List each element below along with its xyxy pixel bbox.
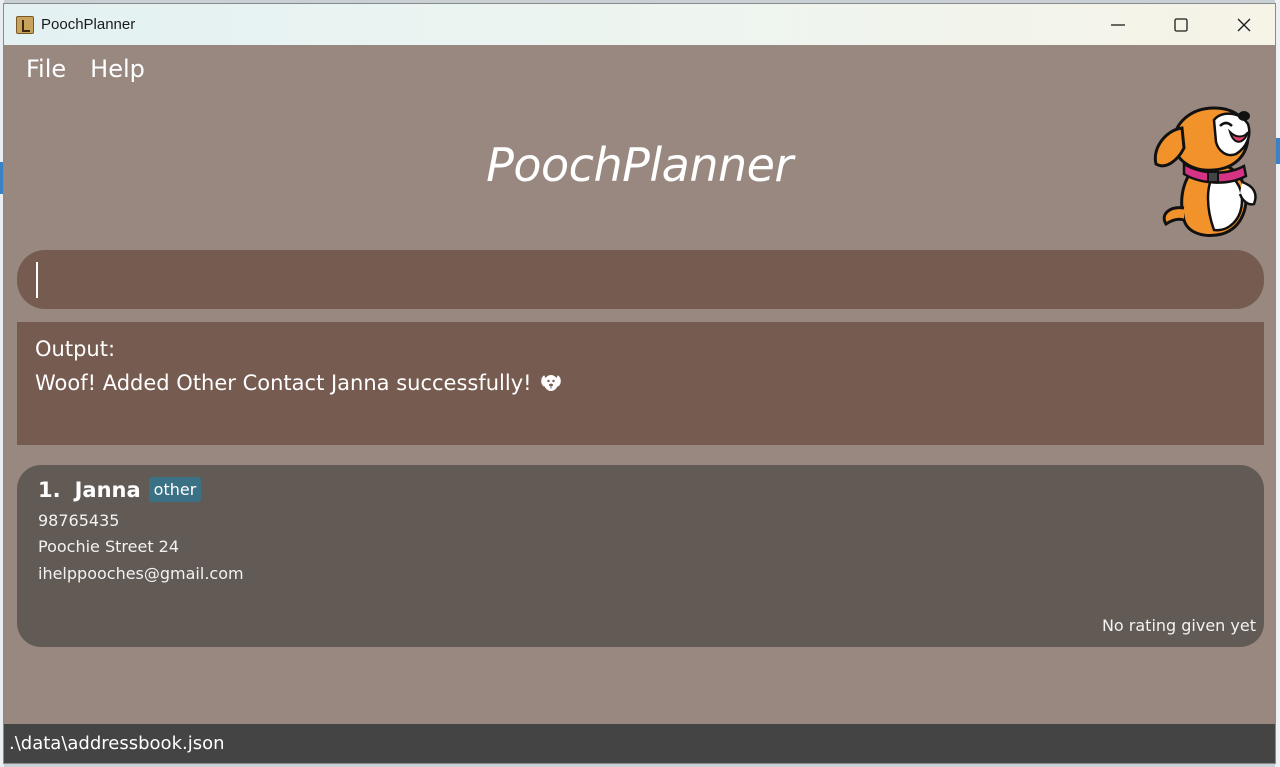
contact-rating: No rating given yet — [1101, 616, 1256, 635]
window-title: PoochPlanner — [41, 16, 136, 33]
result-message-row: Woof! Added Other Contact Janna successf… — [35, 367, 1246, 399]
desktop-background-right — [1275, 0, 1280, 767]
maximize-button[interactable] — [1149, 4, 1212, 45]
contact-index: 1. — [38, 477, 61, 502]
command-input[interactable] — [41, 250, 1241, 309]
contact-address: Poochie Street 24 — [38, 537, 180, 556]
result-label: Output: — [35, 337, 116, 361]
window-controls — [1086, 4, 1275, 45]
contact-phone: 98765435 — [38, 511, 120, 530]
dog-face-icon — [540, 375, 561, 391]
contact-list[interactable]: 1. Janna other 98765435 Poochie Street 2… — [17, 465, 1264, 647]
page-title: PoochPlanner — [486, 138, 793, 192]
status-file-path: .\data\addressbook.json — [9, 733, 225, 754]
close-button[interactable] — [1212, 4, 1275, 45]
minimize-icon — [1110, 23, 1125, 26]
contact-name: Janna — [74, 477, 141, 502]
menu-file[interactable]: File — [14, 55, 78, 83]
contact-tag: other — [148, 477, 202, 502]
title-bar: PoochPlanner — [4, 4, 1275, 45]
app-icon — [16, 15, 34, 34]
app-window: PoochPlanner File Help PoochPlanner Outp… — [4, 4, 1275, 763]
result-display: Output: Woof! Added Other Contact Janna … — [17, 322, 1264, 445]
contact-card-header: 1. Janna other — [38, 477, 202, 502]
minimize-button[interactable] — [1086, 4, 1149, 45]
contact-email: ihelppooches@gmail.com — [38, 564, 244, 583]
menu-bar: File Help — [4, 45, 1275, 93]
maximize-icon — [1173, 17, 1188, 32]
status-bar: .\data\addressbook.json — [4, 724, 1275, 763]
close-icon — [1237, 18, 1250, 31]
menu-help[interactable]: Help — [78, 55, 157, 83]
text-caret — [36, 262, 38, 298]
command-box[interactable] — [17, 250, 1264, 309]
dog-mascot-icon — [1153, 106, 1257, 237]
result-message: Woof! Added Other Contact Janna successf… — [35, 371, 532, 395]
